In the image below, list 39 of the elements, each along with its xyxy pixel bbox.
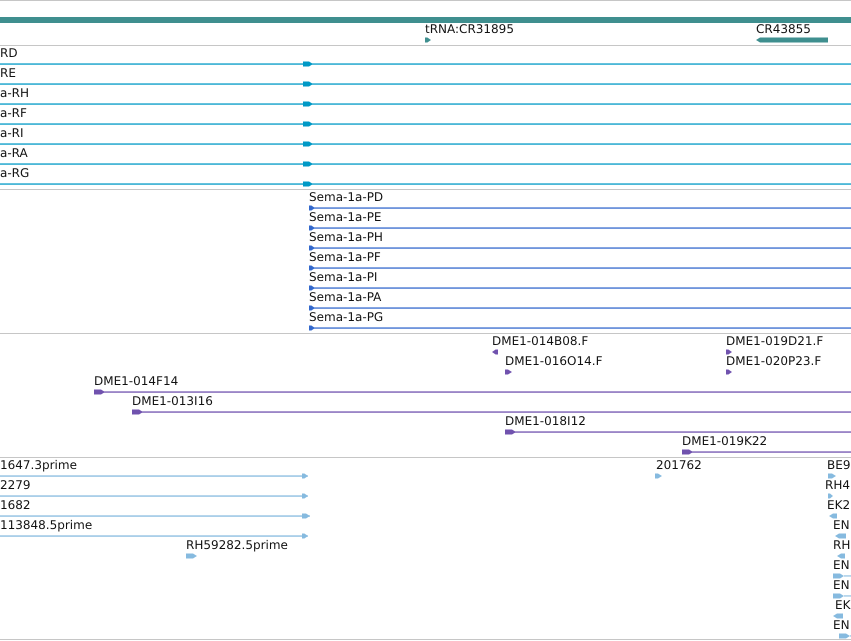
feature-label: a-RF [0, 106, 27, 120]
feature-label: RH4 [825, 478, 850, 492]
feature-label: BE9 [827, 458, 850, 472]
feature-label: EN [833, 618, 850, 632]
feature-label: RH [833, 538, 850, 552]
feature-label: EN [833, 578, 850, 592]
feature-label: Sema-1a-PA [309, 290, 382, 304]
feature-label: DME1-019K22 [682, 434, 768, 448]
feature-label: RD [0, 46, 18, 60]
feature-label: a-RH [0, 86, 30, 100]
feature-label: 1647.3prime [0, 458, 77, 472]
feature-label: DME1-014B08.F [492, 334, 588, 348]
feature-label: DME1-014F14 [94, 374, 178, 388]
feature-label: 113848.5prime [0, 518, 92, 532]
feature-label: RH59282.5prime [186, 538, 288, 552]
feature-label: DME1-016O14.F [505, 354, 602, 368]
feature-label: Sema-1a-PF [309, 250, 381, 264]
feature-label: a-RG [0, 166, 30, 180]
feature-label: tRNA:CR31895 [425, 22, 514, 36]
feature-label: Sema-1a-PE [309, 210, 382, 224]
feature-label: 1682 [0, 498, 31, 512]
feature-label: DME1-019D21.F [726, 334, 824, 348]
feature-label: Sema-1a-PD [309, 190, 384, 204]
feature-label: EK [835, 598, 850, 612]
feature-label: DME1-018I12 [505, 414, 586, 428]
feature-label: Sema-1a-PH [309, 230, 383, 244]
feature-label: 2279 [0, 478, 31, 492]
feature-label: EK2 [827, 498, 850, 512]
feature-label: EN [833, 518, 850, 532]
feature-label: EN [833, 558, 850, 572]
feature-label: a-RA [0, 146, 28, 160]
feature-label: Sema-1a-PI [309, 270, 378, 284]
feature-label: CR43855 [756, 22, 811, 36]
feature-label: Sema-1a-PG [309, 310, 384, 324]
feature-label: DME1-020P23.F [726, 354, 822, 368]
feature-label: 201762 [656, 458, 702, 472]
feature-label: DME1-013I16 [132, 394, 213, 408]
feature-label: a-RI [0, 126, 24, 140]
feature-label: RE [0, 66, 16, 80]
